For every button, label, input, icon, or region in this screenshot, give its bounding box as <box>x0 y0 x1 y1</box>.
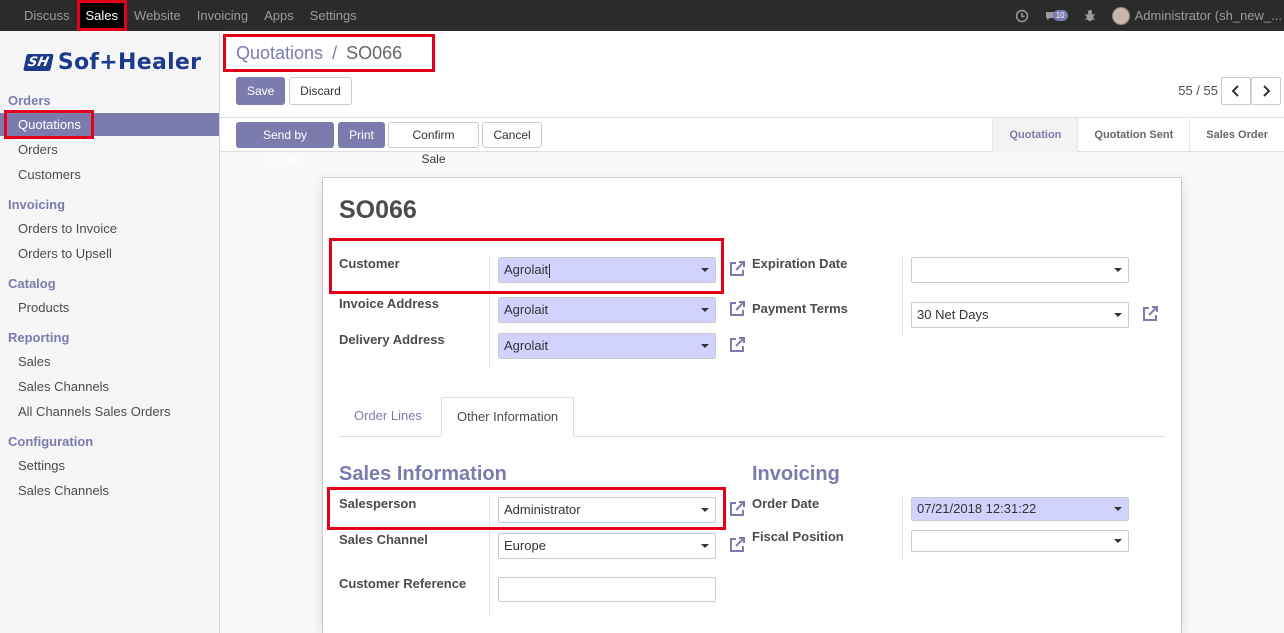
stage-quotation[interactable]: Quotation <box>992 118 1078 152</box>
order-name: SO066 <box>339 196 417 224</box>
sidebar-item-config-sales-channels[interactable]: Sales Channels <box>0 479 219 502</box>
menu-settings[interactable]: Settings <box>302 0 365 31</box>
tab-other-information[interactable]: Other Information <box>441 397 575 437</box>
group-divider <box>902 256 903 336</box>
group-divider <box>902 496 903 561</box>
discard-button[interactable]: Discard <box>289 77 352 105</box>
logo-mark: SH <box>23 54 54 71</box>
customer-field[interactable]: Agrolait <box>498 257 716 283</box>
group-divider <box>489 496 490 616</box>
cancel-button[interactable]: Cancel <box>482 122 542 148</box>
avatar <box>1111 6 1130 25</box>
sales-channel-field[interactable]: Europe <box>498 533 716 559</box>
customer-value: Agrolait <box>504 262 549 277</box>
fiscal-position-label: Fiscal Position <box>752 529 844 544</box>
sidebar-item-orders-to-invoice[interactable]: Orders to Invoice <box>0 217 219 240</box>
user-menu[interactable]: Administrator (sh_new_... <box>1111 6 1282 25</box>
sidebar: SH Sof+Healer Orders Quotations Orders C… <box>0 31 220 633</box>
statusbar: Send by Email Print Confirm Sale Cancel … <box>220 117 1284 166</box>
sidebar-item-sales-channels[interactable]: Sales Channels <box>0 375 219 398</box>
delivery-address-field[interactable]: Agrolait <box>498 333 716 359</box>
external-link-icon[interactable] <box>728 536 746 554</box>
customer-reference-label: Customer Reference <box>339 576 467 591</box>
menu-sales[interactable]: Sales <box>77 0 127 31</box>
stage-sales-order[interactable]: Sales Order <box>1189 118 1284 152</box>
order-date-value: 07/21/2018 12:31:22 <box>917 501 1037 516</box>
user-name: Administrator (sh_new_... <box>1134 8 1282 23</box>
payment-terms-label: Payment Terms <box>752 301 848 316</box>
send-by-email-button[interactable]: Send by Email <box>236 122 334 166</box>
debug-bug-icon[interactable] <box>1084 9 1096 22</box>
salesperson-value: Administrator <box>504 502 581 517</box>
top-navbar: Discuss Sales Website Invoicing Apps Set… <box>0 0 1284 31</box>
sidebar-item-all-channels-sales-orders[interactable]: All Channels Sales Orders <box>0 400 219 423</box>
sidebar-item-products[interactable]: Products <box>0 296 219 319</box>
print-button[interactable]: Print <box>338 122 385 148</box>
sidebar-section-catalog: Catalog <box>8 276 56 291</box>
pager-value: 55 / 55 <box>1178 83 1218 98</box>
menu-discuss[interactable]: Discuss <box>16 0 78 31</box>
sidebar-item-customers[interactable]: Customers <box>0 163 219 186</box>
control-panel: Quotations / SO066 Save Discard 55 / 55 … <box>220 31 1284 166</box>
sidebar-item-orders-to-upsell[interactable]: Orders to Upsell <box>0 242 219 265</box>
sidebar-section-configuration: Configuration <box>8 434 94 449</box>
menu-invoicing[interactable]: Invoicing <box>189 0 256 31</box>
company-logo[interactable]: SH Sof+Healer <box>23 50 202 75</box>
order-date-field[interactable]: 07/21/2018 12:31:22 <box>911 497 1129 521</box>
menu-apps[interactable]: Apps <box>256 0 302 31</box>
payment-terms-field[interactable]: 30 Net Days <box>911 302 1129 328</box>
sidebar-section-invoicing: Invoicing <box>8 197 66 212</box>
breadcrumb-current: SO066 <box>346 43 403 63</box>
expiration-date-field[interactable] <box>911 257 1129 283</box>
sales-channel-value: Europe <box>504 538 546 553</box>
sales-channel-label: Sales Channel <box>339 532 428 547</box>
external-link-icon[interactable] <box>728 300 746 318</box>
salesperson-label: Salesperson <box>339 496 417 511</box>
payment-terms-value: 30 Net Days <box>917 307 989 322</box>
breadcrumb-parent[interactable]: Quotations <box>236 43 323 63</box>
delivery-address-value: Agrolait <box>504 338 549 353</box>
tab-order-lines[interactable]: Order Lines <box>339 397 437 437</box>
external-link-icon[interactable] <box>1141 305 1159 323</box>
activity-clock-icon[interactable] <box>1015 9 1029 23</box>
status-stages: Quotation Quotation Sent Sales Order <box>992 118 1284 152</box>
form-sheet: SO066 Customer Agrolait Invoice Address … <box>322 177 1182 633</box>
sidebar-item-quotations[interactable]: Quotations <box>0 113 219 136</box>
invoice-address-label: Invoice Address <box>339 296 439 311</box>
customer-reference-input[interactable] <box>498 577 716 602</box>
sidebar-section-reporting: Reporting <box>8 330 70 345</box>
sidebar-section-orders: Orders <box>8 93 51 108</box>
group-divider <box>489 256 490 369</box>
invoice-address-field[interactable]: Agrolait <box>498 297 716 323</box>
systray: 10 Administrator (sh_new_... <box>1015 0 1284 31</box>
sidebar-item-settings[interactable]: Settings <box>0 454 219 477</box>
fiscal-position-field[interactable] <box>911 530 1129 552</box>
stage-quotation-sent[interactable]: Quotation Sent <box>1077 118 1189 152</box>
pager-previous-button[interactable] <box>1221 77 1251 105</box>
save-button[interactable]: Save <box>236 77 285 105</box>
logo-text: Sof+Healer <box>57 50 202 75</box>
sidebar-item-orders[interactable]: Orders <box>0 138 219 161</box>
notebook-tabs: Order Lines Other Information <box>339 397 1165 437</box>
external-link-icon[interactable] <box>728 260 746 278</box>
external-link-icon[interactable] <box>728 336 746 354</box>
breadcrumb-separator: / <box>332 43 338 63</box>
invoice-address-value: Agrolait <box>504 302 549 317</box>
sidebar-item-sales[interactable]: Sales <box>0 350 219 373</box>
messages-icon[interactable]: 10 <box>1045 10 1068 21</box>
sales-information-title: Sales Information <box>339 463 507 485</box>
expiration-date-label: Expiration Date <box>752 256 848 271</box>
pager-next-button[interactable] <box>1251 77 1281 105</box>
breadcrumb: Quotations / SO066 <box>236 43 402 64</box>
menu-website[interactable]: Website <box>126 0 189 31</box>
order-date-label: Order Date <box>752 496 820 511</box>
salesperson-field[interactable]: Administrator <box>498 497 716 523</box>
delivery-address-label: Delivery Address <box>339 332 445 347</box>
external-link-icon[interactable] <box>728 500 746 518</box>
customer-label: Customer <box>339 256 400 271</box>
invoicing-title: Invoicing <box>752 463 840 485</box>
messages-badge: 10 <box>1052 10 1068 21</box>
confirm-sale-button[interactable]: Confirm Sale <box>388 122 479 166</box>
app-menu: Discuss Sales Website Invoicing Apps Set… <box>0 0 365 31</box>
